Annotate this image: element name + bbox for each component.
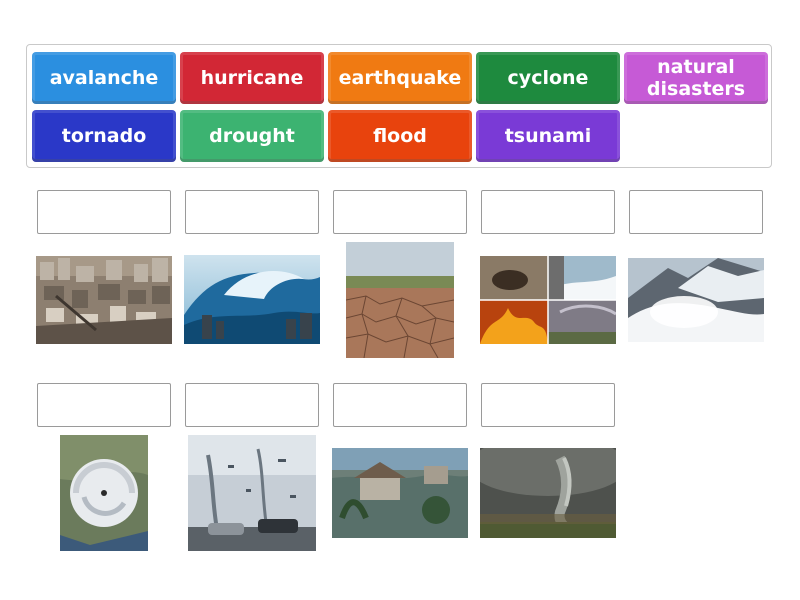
tile-avalanche[interactable]: avalanche xyxy=(32,52,176,104)
natural-disasters-collage-image xyxy=(480,256,616,344)
avalanche-image xyxy=(628,258,764,342)
cyclone-satellite-image xyxy=(60,435,148,551)
drop-slot-3[interactable] xyxy=(333,190,467,234)
drop-slot-5[interactable] xyxy=(629,190,763,234)
drop-slot-1[interactable] xyxy=(37,190,171,234)
tile-natural-disasters[interactable]: natural disasters xyxy=(624,52,768,104)
drought-cracked-earth-image xyxy=(346,242,454,358)
drop-slot-4[interactable] xyxy=(481,190,615,234)
tornado-image xyxy=(480,448,616,538)
drop-slot-6[interactable] xyxy=(37,383,171,427)
earthquake-ruins-image xyxy=(36,256,172,344)
tile-hurricane[interactable]: hurricane xyxy=(180,52,324,104)
drop-slot-2[interactable] xyxy=(185,190,319,234)
tsunami-wave-image xyxy=(184,255,320,344)
tile-flood[interactable]: flood xyxy=(328,110,472,162)
tile-cyclone[interactable]: cyclone xyxy=(476,52,620,104)
hurricane-storm-image xyxy=(188,435,316,551)
flood-image xyxy=(332,448,468,538)
tile-tornado[interactable]: tornado xyxy=(32,110,176,162)
tile-tsunami[interactable]: tsunami xyxy=(476,110,620,162)
tile-earthquake[interactable]: earthquake xyxy=(328,52,472,104)
drop-slot-7[interactable] xyxy=(185,383,319,427)
tile-drought[interactable]: drought xyxy=(180,110,324,162)
drop-slot-8[interactable] xyxy=(333,383,467,427)
drop-slot-9[interactable] xyxy=(481,383,615,427)
